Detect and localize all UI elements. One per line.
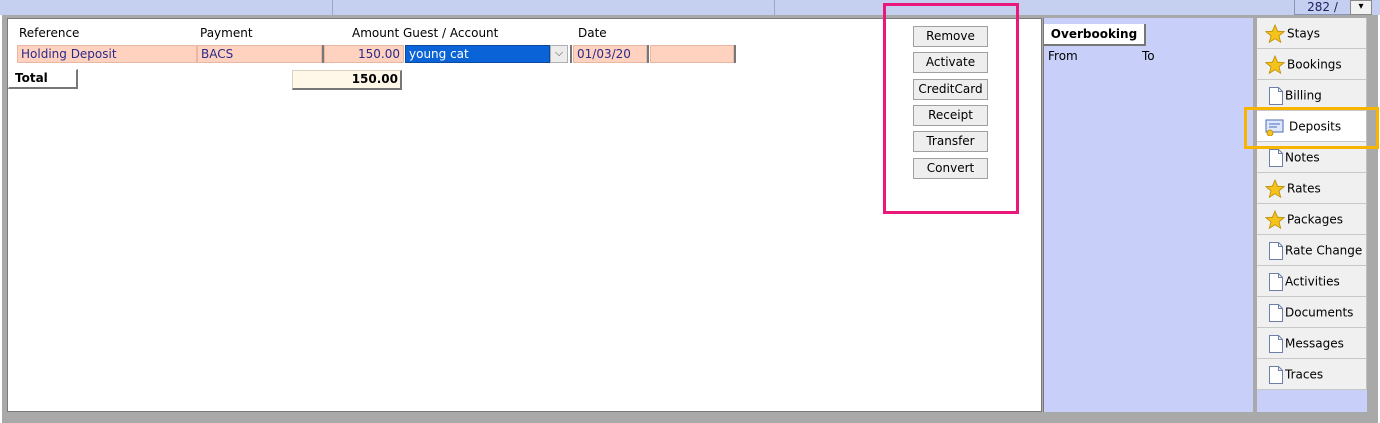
total-label: Total <box>8 69 78 89</box>
nav-item-packages[interactable]: Packages <box>1257 204 1367 235</box>
nav-label: Packages <box>1287 212 1343 227</box>
row-extra-cell[interactable] <box>650 45 734 63</box>
column-separator <box>647 45 649 63</box>
nav-item-rates[interactable]: Rates <box>1257 173 1367 204</box>
nav-item-traces[interactable]: Traces <box>1257 359 1367 390</box>
nav-item-messages[interactable]: Messages <box>1257 328 1367 359</box>
column-header-reference: Reference <box>19 26 80 40</box>
row-reference-cell[interactable]: Holding Deposit <box>17 45 197 63</box>
document-icon <box>1269 148 1283 167</box>
overbooking-panel <box>1043 18 1253 412</box>
counter-dropdown-button[interactable]: ▾ <box>1350 0 1372 15</box>
nav-label: Rates <box>1287 181 1321 196</box>
document-icon <box>1269 86 1283 105</box>
row-payment-cell[interactable]: BACS <box>197 45 322 63</box>
record-counter: 282 / 282 <box>1294 0 1350 29</box>
star-icon <box>1265 54 1285 74</box>
top-strip-segment <box>0 0 333 15</box>
overbooking-from-label: From <box>1048 49 1078 63</box>
column-header-date: Date <box>578 26 607 40</box>
document-icon <box>1269 365 1283 384</box>
top-strip <box>0 0 1380 15</box>
overbooking-to-label: To <box>1142 49 1155 63</box>
nav-item-rate-change[interactable]: Rate Change <box>1257 235 1367 266</box>
chevron-down-icon: ▾ <box>1358 1 1364 12</box>
nav-label: Activities <box>1285 274 1340 289</box>
star-icon <box>1265 209 1285 229</box>
column-separator <box>570 45 572 63</box>
top-strip-segment <box>333 0 775 15</box>
row-date-cell[interactable]: 01/03/20 <box>573 45 647 63</box>
nav-label: Notes <box>1285 150 1320 165</box>
guest-dropdown-button[interactable]: ⌵ <box>550 45 568 63</box>
action-buttons-highlight <box>883 3 1019 214</box>
document-icon <box>1269 272 1283 291</box>
nav-label: Messages <box>1285 336 1344 351</box>
column-header-amount: Amount <box>352 26 400 40</box>
nav-item-bookings[interactable]: Bookings <box>1257 49 1367 80</box>
nav-label: Documents <box>1285 305 1354 320</box>
nav-item-stays[interactable]: Stays <box>1257 18 1367 49</box>
row-amount-cell[interactable]: 150.00 <box>324 45 404 63</box>
column-header-payment: Payment <box>200 26 253 40</box>
column-header-guest-account: Guest / Account <box>403 26 499 40</box>
document-icon <box>1269 334 1283 353</box>
star-icon <box>1265 178 1285 198</box>
deposits-nav-highlight <box>1244 107 1379 149</box>
row-guest-select[interactable]: young cat <box>405 45 550 63</box>
nav-label: Bookings <box>1287 57 1342 72</box>
nav-label: Traces <box>1285 367 1324 382</box>
document-icon <box>1269 303 1283 322</box>
nav-label: Stays <box>1287 26 1321 41</box>
nav-label: Rate Change <box>1285 243 1363 258</box>
overbooking-button[interactable]: Overbooking <box>1044 24 1146 46</box>
nav-item-activities[interactable]: Activities <box>1257 266 1367 297</box>
chevron-down-icon: ⌵ <box>554 46 564 59</box>
document-icon <box>1269 241 1283 260</box>
total-value: 150.00 <box>292 70 402 90</box>
nav-item-documents[interactable]: Documents <box>1257 297 1367 328</box>
column-separator <box>734 45 736 63</box>
nav-label: Billing <box>1285 88 1322 103</box>
star-icon <box>1265 23 1285 43</box>
